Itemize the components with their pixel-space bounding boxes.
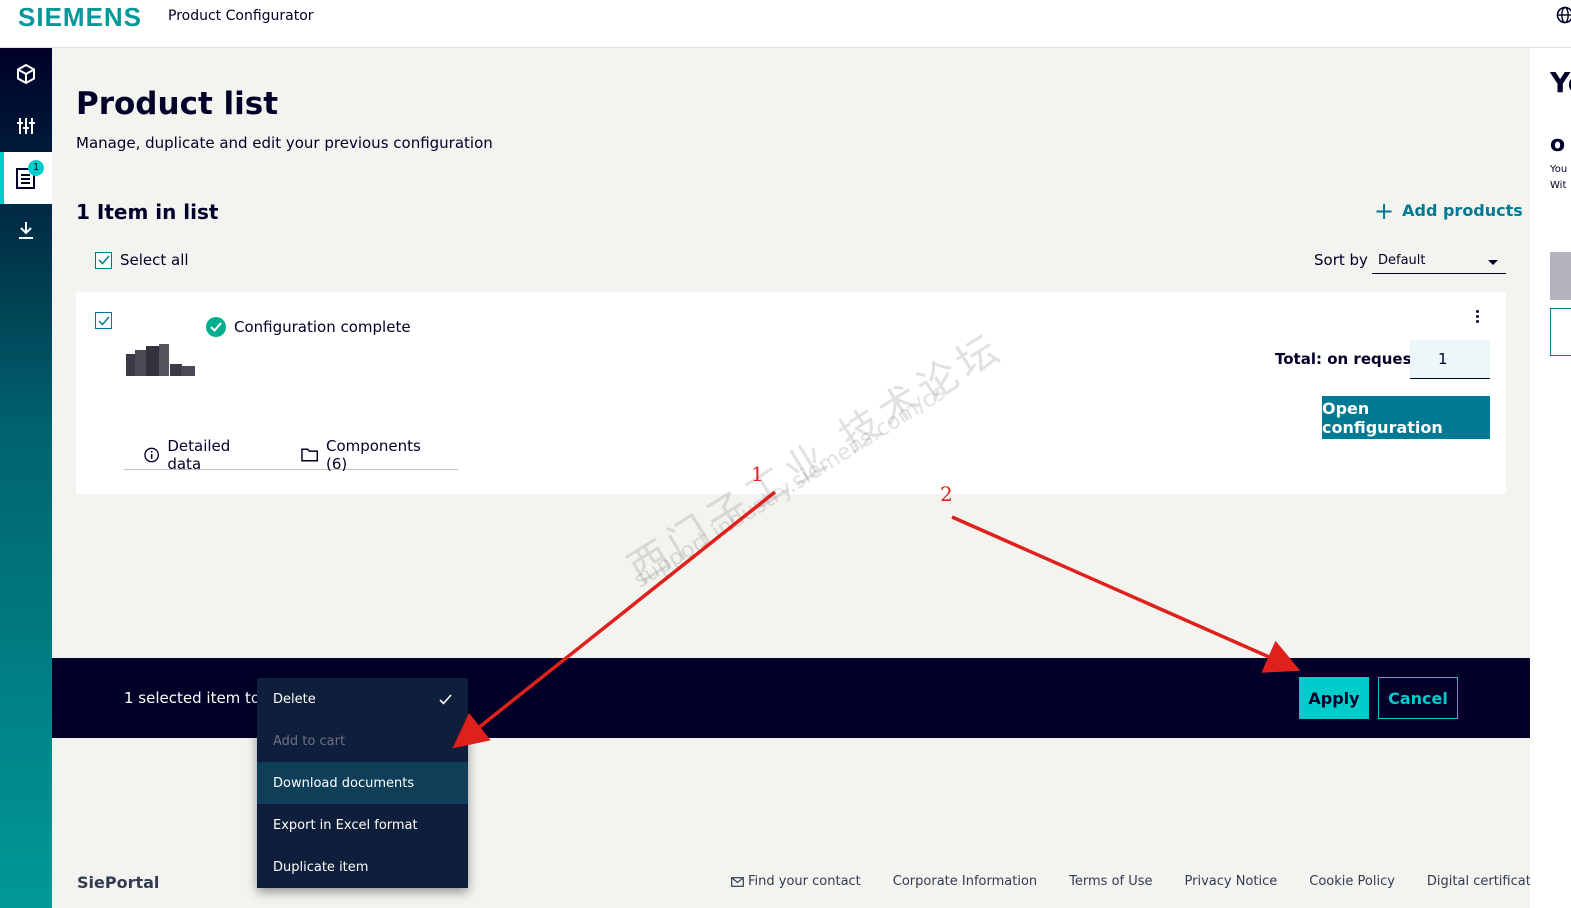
tab-detailed-data[interactable]: Detailed data	[144, 437, 265, 473]
bulk-action-menu: Delete Add to cart Download documents Ex…	[257, 678, 468, 888]
cancel-button[interactable]: Cancel	[1378, 677, 1458, 719]
tab-label: Detailed data	[167, 436, 231, 473]
quantity-input[interactable]: 1	[1410, 340, 1490, 379]
menu-item-export-excel[interactable]: Export in Excel format	[257, 804, 468, 846]
page-subtitle: Manage, duplicate and edit your previous…	[76, 134, 493, 152]
sliders-icon	[17, 118, 35, 134]
status-label: Configuration complete	[234, 318, 411, 336]
menu-item-delete[interactable]: Delete	[257, 678, 468, 720]
add-products-label: Add products	[1402, 201, 1523, 220]
app-title[interactable]: Product Configurator	[168, 8, 314, 24]
total-label: Total:	[1275, 350, 1322, 368]
selected-items-label: 1 selected item to	[124, 689, 261, 707]
total-value: on request	[1327, 350, 1419, 368]
list-count-badge: 1	[28, 160, 44, 176]
footer-link-contact[interactable]: Find your contact	[731, 874, 861, 889]
top-header: SIEMENS Product Configurator	[0, 0, 1571, 48]
plus-icon: +	[1374, 196, 1395, 225]
footer-link-label: Find your contact	[748, 874, 861, 889]
right-side-panel: Yo o You Wit	[1530, 48, 1571, 908]
globe-icon[interactable]	[1556, 6, 1571, 24]
page-title: Product list	[76, 86, 279, 122]
cube-icon	[17, 63, 35, 85]
check-icon	[439, 693, 452, 705]
sidebar-item-configure[interactable]	[0, 100, 52, 152]
mail-icon	[731, 876, 744, 887]
apply-button[interactable]: Apply	[1299, 677, 1369, 719]
tab-components[interactable]: Components (6)	[300, 436, 442, 473]
menu-item-label: Export in Excel format	[273, 817, 418, 833]
annotation-number-2: 2	[940, 482, 953, 506]
menu-item-duplicate[interactable]: Duplicate item	[257, 846, 468, 888]
check-circle-icon	[206, 317, 226, 337]
footer-link-cookie[interactable]: Cookie Policy	[1309, 874, 1395, 889]
open-configuration-button[interactable]: Open configuration	[1322, 396, 1490, 439]
left-sidebar: 1	[0, 48, 52, 908]
menu-item-label: Duplicate item	[273, 859, 369, 875]
download-icon	[19, 222, 33, 239]
menu-item-add-to-cart: Add to cart	[257, 720, 468, 762]
sidebar-item-downloads[interactable]	[0, 204, 52, 256]
menu-item-label: Add to cart	[273, 733, 346, 749]
footer-link-corporate[interactable]: Corporate Information	[893, 874, 1037, 889]
menu-item-label: Download documents	[273, 775, 415, 791]
caret-down-icon	[1488, 260, 1498, 265]
item-count-title: 1 Item in list	[76, 200, 219, 224]
panel-primary-button[interactable]	[1550, 252, 1571, 300]
tab-label: Components (6)	[325, 436, 421, 473]
info-icon	[144, 447, 160, 462]
add-products-button[interactable]: + Add products	[1374, 196, 1523, 225]
total-price: Total: on request	[1275, 350, 1419, 368]
more-options-icon[interactable]	[1472, 308, 1482, 330]
card-tabs: Detailed data Components (6)	[124, 436, 458, 473]
footer-brand: SiePortal	[77, 873, 160, 892]
sidebar-item-products[interactable]	[0, 48, 52, 100]
sort-label: Sort by	[1314, 251, 1368, 269]
sidebar-item-product-list[interactable]: 1	[0, 152, 52, 204]
footer-link-certificate[interactable]: Digital certificate	[1427, 874, 1539, 889]
select-all-label: Select all	[120, 251, 189, 269]
panel-secondary-button[interactable]	[1550, 308, 1571, 356]
panel-heading: Yo	[1550, 66, 1571, 99]
panel-text-line: Wit	[1550, 180, 1567, 191]
footer-link-privacy[interactable]: Privacy Notice	[1185, 874, 1278, 889]
panel-text-line: You	[1550, 164, 1568, 175]
item-checkbox[interactable]	[95, 312, 112, 329]
folder-icon	[300, 448, 318, 462]
footer-link-terms[interactable]: Terms of Use	[1069, 874, 1152, 889]
sort-dropdown[interactable]: Default	[1372, 250, 1506, 274]
checkbox-checked-icon[interactable]	[95, 251, 112, 269]
product-image	[126, 344, 195, 376]
siemens-logo[interactable]: SIEMENS	[18, 2, 142, 33]
configuration-status: Configuration complete	[206, 317, 411, 337]
menu-item-download-documents[interactable]: Download documents	[257, 762, 468, 804]
annotation-number-1: 1	[751, 462, 764, 486]
footer-links: Find your contact Corporate Information …	[731, 874, 1539, 889]
panel-subheading: o	[1550, 132, 1566, 157]
sort-value: Default	[1378, 253, 1426, 268]
select-all-checkbox[interactable]: Select all	[95, 251, 189, 269]
menu-item-label: Delete	[273, 691, 316, 707]
